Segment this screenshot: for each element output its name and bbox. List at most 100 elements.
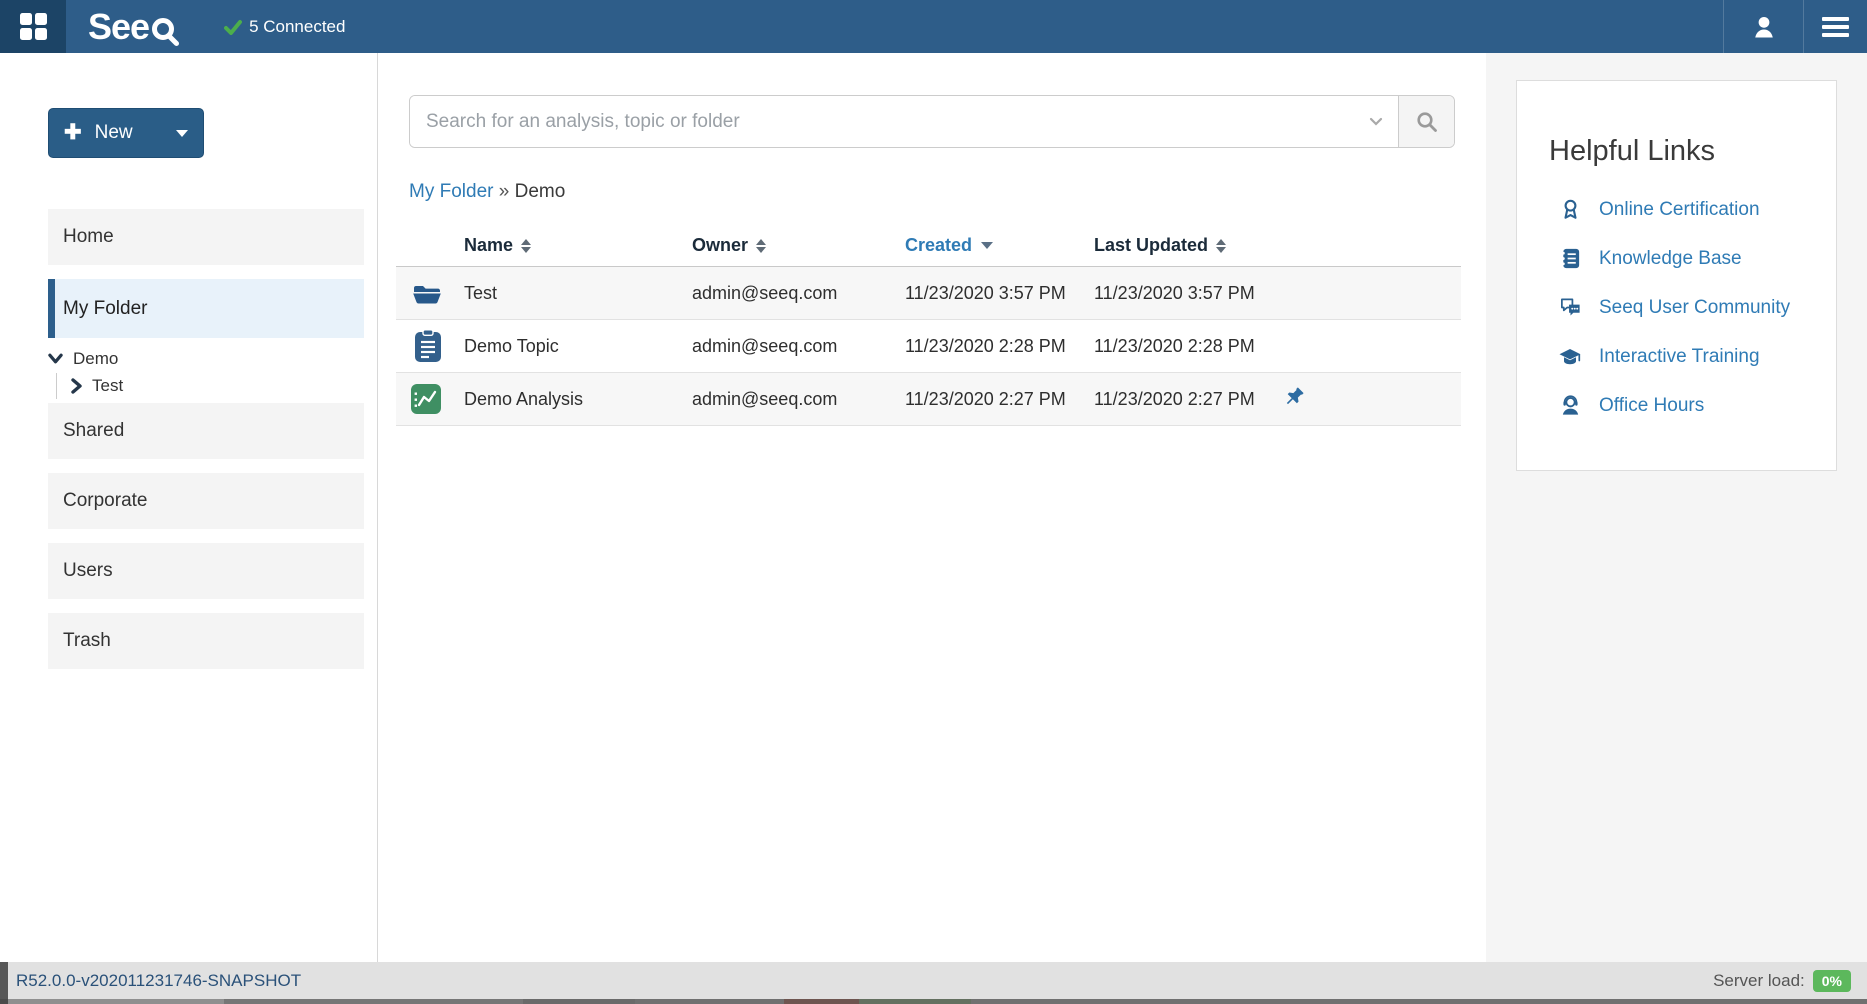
column-header-name[interactable]: Name — [448, 235, 676, 256]
sidebar-item-my-folder[interactable]: My Folder — [48, 279, 364, 338]
connections-status[interactable]: 5 Connected — [224, 17, 345, 37]
row-owner: admin@seeq.com — [676, 283, 889, 304]
helpful-links-title: Helpful Links — [1549, 133, 1836, 169]
tree-item-test[interactable]: Test — [56, 372, 377, 399]
workbench-table: Name Owner Created Last Updated — [396, 225, 1461, 426]
new-button[interactable]: ✚ New — [48, 108, 204, 158]
sidebar-item-label: Users — [63, 560, 113, 582]
row-name[interactable]: Test — [448, 283, 676, 304]
chevron-down-icon[interactable] — [176, 130, 188, 137]
seeq-logo-text: See — [88, 12, 149, 42]
link-knowledge-base[interactable]: Knowledge Base — [1557, 234, 1836, 283]
grid-icon — [20, 13, 47, 40]
row-name[interactable]: Demo Topic — [448, 336, 676, 357]
search-options-toggle[interactable] — [1354, 96, 1398, 147]
main-content: My Folder » Demo Name Owner Created — [378, 53, 1486, 962]
search-input[interactable] — [410, 96, 1354, 147]
new-button-label: New — [95, 122, 133, 144]
chevron-down-icon[interactable] — [48, 352, 63, 365]
taskbar-sliver — [0, 999, 1867, 1004]
certificate-icon — [1559, 198, 1582, 221]
link-office-hours[interactable]: Office Hours — [1557, 381, 1836, 430]
row-owner: admin@seeq.com — [676, 336, 889, 357]
connected-label: 5 Connected — [249, 17, 345, 37]
link-label[interactable]: Interactive Training — [1599, 346, 1760, 368]
breadcrumb-current: Demo — [515, 181, 566, 202]
folder-icon — [412, 281, 442, 305]
row-updated: 11/23/2020 2:28 PM — [1078, 336, 1271, 357]
sort-icon — [1216, 239, 1226, 253]
sidebar-item-home[interactable]: Home — [48, 209, 364, 265]
sort-desc-icon — [981, 242, 993, 249]
tree-item-demo[interactable]: Demo — [48, 345, 377, 372]
tree-item-label: Test — [92, 376, 123, 396]
search-icon — [1415, 110, 1439, 134]
helpful-links-card: Helpful Links Online Certification — [1516, 80, 1837, 471]
tree-item-label: Demo — [73, 349, 118, 369]
status-footer: R52.0.0-v202011231746-SNAPSHOT Server lo… — [0, 962, 1867, 999]
link-label[interactable]: Online Certification — [1599, 199, 1760, 221]
tree-indent-line — [56, 373, 57, 399]
row-created: 11/23/2020 2:28 PM — [889, 336, 1078, 357]
row-updated: 11/23/2020 2:27 PM — [1078, 389, 1271, 410]
topic-icon — [414, 329, 442, 363]
table-header-row: Name Owner Created Last Updated — [396, 225, 1461, 267]
right-panel: Helpful Links Online Certification — [1486, 53, 1867, 962]
seeq-logo[interactable]: See — [88, 12, 180, 42]
search-button[interactable] — [1398, 96, 1454, 147]
office-hours-icon — [1559, 394, 1582, 417]
user-icon — [1750, 13, 1778, 41]
sidebar-item-label: Shared — [63, 420, 124, 442]
pin-icon[interactable] — [1283, 385, 1306, 408]
row-name[interactable]: Demo Analysis — [448, 389, 676, 410]
sidebar-item-label: My Folder — [63, 298, 147, 320]
table-row-demo-topic[interactable]: Demo Topic admin@seeq.com 11/23/2020 2:2… — [396, 320, 1461, 373]
link-label[interactable]: Office Hours — [1599, 395, 1704, 417]
version-label: R52.0.0-v202011231746-SNAPSHOT — [16, 971, 301, 991]
sort-icon — [521, 239, 531, 253]
community-icon — [1559, 296, 1582, 319]
logo-magnifier-icon — [150, 16, 180, 48]
sidebar-item-shared[interactable]: Shared — [48, 403, 364, 459]
breadcrumb-my-folder-link[interactable]: My Folder — [409, 181, 493, 202]
row-created: 11/23/2020 2:27 PM — [889, 389, 1078, 410]
sidebar-item-trash[interactable]: Trash — [48, 613, 364, 669]
sidebar-item-label: Corporate — [63, 490, 148, 512]
user-profile-button[interactable] — [1723, 0, 1804, 53]
hamburger-menu-button[interactable] — [1804, 0, 1867, 53]
row-created: 11/23/2020 3:57 PM — [889, 283, 1078, 304]
sidebar-item-corporate[interactable]: Corporate — [48, 473, 364, 529]
sidebar-item-users[interactable]: Users — [48, 543, 364, 599]
window-edge — [0, 962, 8, 999]
top-navbar: See 5 Connected — [0, 0, 1867, 53]
row-owner: admin@seeq.com — [676, 389, 889, 410]
plus-icon: ✚ — [64, 123, 82, 143]
analysis-icon — [410, 383, 442, 415]
server-load-badge: 0% — [1813, 970, 1851, 992]
app-switcher-button[interactable] — [0, 0, 66, 53]
column-header-owner[interactable]: Owner — [676, 235, 889, 256]
chevron-down-icon — [1369, 117, 1383, 126]
column-header-created[interactable]: Created — [889, 235, 1078, 256]
breadcrumb: My Folder » Demo — [409, 181, 1486, 203]
sidebar-item-label: Home — [63, 226, 114, 248]
sort-icon — [756, 239, 766, 253]
table-row-demo-analysis[interactable]: Demo Analysis admin@seeq.com 11/23/2020 … — [396, 373, 1461, 426]
link-label[interactable]: Knowledge Base — [1599, 248, 1742, 270]
server-load-label: Server load: — [1713, 971, 1805, 991]
check-icon — [224, 19, 242, 35]
link-label[interactable]: Seeq User Community — [1599, 297, 1790, 319]
search-bar — [409, 95, 1455, 148]
link-online-certification[interactable]: Online Certification — [1557, 185, 1836, 234]
row-updated: 11/23/2020 3:57 PM — [1078, 283, 1271, 304]
chevron-right-icon[interactable] — [70, 378, 82, 394]
link-interactive-training[interactable]: Interactive Training — [1557, 332, 1836, 381]
sidebar-item-label: Trash — [63, 630, 111, 652]
training-icon — [1558, 345, 1582, 369]
knowledge-base-icon — [1559, 247, 1582, 270]
sidebar: ✚ New Home My Folder Demo — [0, 53, 378, 962]
table-row-test[interactable]: Test admin@seeq.com 11/23/2020 3:57 PM 1… — [396, 267, 1461, 320]
folder-tree: Demo Test — [0, 345, 377, 399]
link-seeq-user-community[interactable]: Seeq User Community — [1557, 283, 1836, 332]
column-header-last-updated[interactable]: Last Updated — [1078, 235, 1271, 256]
